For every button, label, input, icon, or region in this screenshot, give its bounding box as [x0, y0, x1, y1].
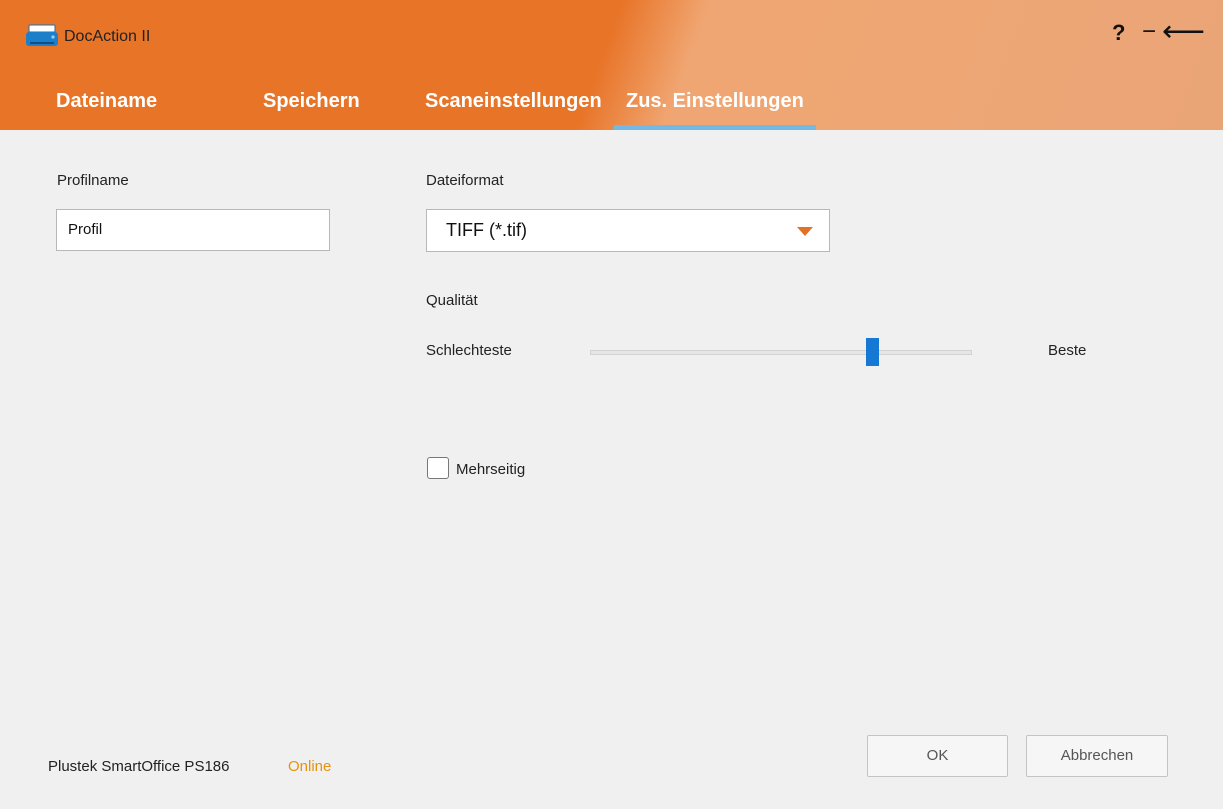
file-format-label: Dateiformat: [426, 172, 504, 189]
back-arrow-icon[interactable]: ⟵: [1162, 14, 1205, 49]
tab-zus-einstellungen[interactable]: Zus. Einstellungen: [626, 90, 804, 113]
quality-max-label: Beste: [1048, 342, 1087, 359]
tab-scaneinstellungen[interactable]: Scaneinstellungen: [425, 90, 602, 113]
header: DocAction II ? − ⟵ Dateiname Speichern S…: [0, 0, 1223, 130]
quality-slider-track[interactable]: [590, 350, 972, 355]
title-bar: DocAction II ? − ⟵: [0, 0, 1223, 70]
multipage-checkbox[interactable]: [427, 457, 449, 479]
dropdown-arrow-icon: [797, 227, 813, 236]
file-format-select[interactable]: TIFF (*.tif): [426, 209, 830, 252]
quality-slider-thumb[interactable]: [866, 338, 879, 366]
quality-label: Qualität: [426, 292, 478, 309]
tab-dateiname[interactable]: Dateiname: [56, 90, 157, 113]
file-format-value: TIFF (*.tif): [446, 220, 527, 240]
multipage-label: Mehrseitig: [456, 461, 526, 478]
active-tab-indicator: [614, 125, 816, 130]
tab-bar: Dateiname Speichern Scaneinstellungen Zu…: [0, 70, 1223, 130]
cancel-button[interactable]: Abbrechen: [1026, 735, 1168, 777]
device-name: Plustek SmartOffice PS186: [48, 758, 230, 775]
profile-name-label: Profilname: [57, 172, 129, 189]
ok-button[interactable]: OK: [867, 735, 1008, 777]
quality-min-label: Schlechteste: [426, 342, 512, 359]
tab-speichern[interactable]: Speichern: [263, 90, 360, 113]
help-button[interactable]: ?: [1112, 20, 1125, 46]
profile-name-input[interactable]: Profil: [56, 209, 330, 251]
minimize-button[interactable]: −: [1142, 18, 1156, 46]
app-title: DocAction II: [64, 28, 151, 45]
scanner-icon: [26, 24, 58, 46]
device-status: Online: [288, 758, 332, 775]
